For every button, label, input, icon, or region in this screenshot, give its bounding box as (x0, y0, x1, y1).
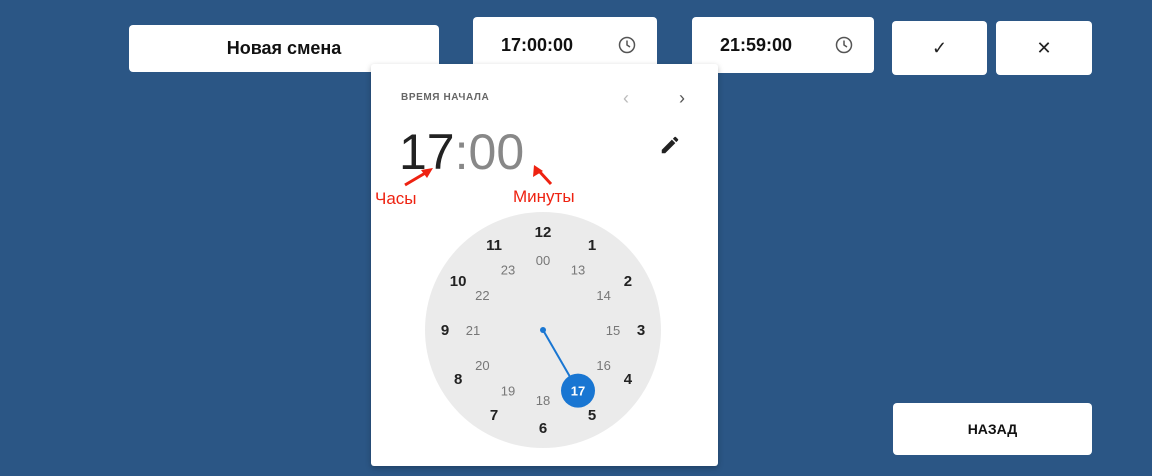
confirm-button[interactable]: ✓ (892, 21, 987, 75)
dial-number[interactable]: 22 (475, 288, 489, 303)
clock-dial[interactable]: 121234567891011001314151617181920212223 (371, 64, 718, 466)
dial-number[interactable]: 8 (454, 371, 462, 388)
start-time-value: 17:00:00 (501, 34, 574, 55)
dial-number[interactable]: 2 (624, 273, 632, 290)
check-icon: ✓ (931, 37, 948, 58)
dial-number[interactable]: 00 (536, 253, 550, 268)
dial-number[interactable]: 20 (475, 358, 489, 373)
end-time-field[interactable]: 21:59:00 (692, 17, 874, 73)
dial-number[interactable]: 3 (637, 322, 645, 339)
dial-number[interactable]: 9 (441, 322, 449, 339)
dial-number[interactable]: 18 (536, 393, 550, 408)
dial-number[interactable]: 21 (466, 323, 480, 338)
dial-number[interactable]: 6 (539, 420, 547, 437)
clock-icon[interactable] (617, 35, 637, 55)
dial-number[interactable]: 23 (501, 262, 515, 277)
cancel-button[interactable]: ✕ (996, 21, 1092, 75)
dial-number[interactable]: 13 (571, 262, 585, 277)
dial-number[interactable]: 17 (571, 384, 585, 399)
dial-number[interactable]: 15 (606, 323, 620, 338)
end-time-value: 21:59:00 (720, 34, 793, 55)
dial-number[interactable]: 10 (450, 273, 467, 290)
dial-number[interactable]: 14 (596, 288, 610, 303)
back-button[interactable]: НАЗАД (893, 403, 1092, 455)
dial-number[interactable]: 5 (588, 407, 596, 424)
dial-number[interactable]: 11 (486, 237, 502, 254)
dial-number[interactable]: 1 (588, 237, 596, 254)
shift-name-value: Новая смена (226, 38, 342, 58)
dial-number[interactable]: 7 (490, 407, 498, 424)
dial-number[interactable]: 12 (535, 224, 552, 241)
close-icon: ✕ (1036, 37, 1052, 58)
dial-number[interactable]: 16 (596, 358, 610, 373)
time-picker-popup: ВРЕМЯ НАЧАЛА ‹ › 17 : 00 Часы Минуты 12 1… (371, 64, 718, 466)
back-button-label: НАЗАД (967, 421, 1018, 437)
dial-number[interactable]: 19 (501, 384, 515, 399)
clock-icon[interactable] (834, 35, 854, 55)
dial-number[interactable]: 4 (624, 371, 633, 388)
